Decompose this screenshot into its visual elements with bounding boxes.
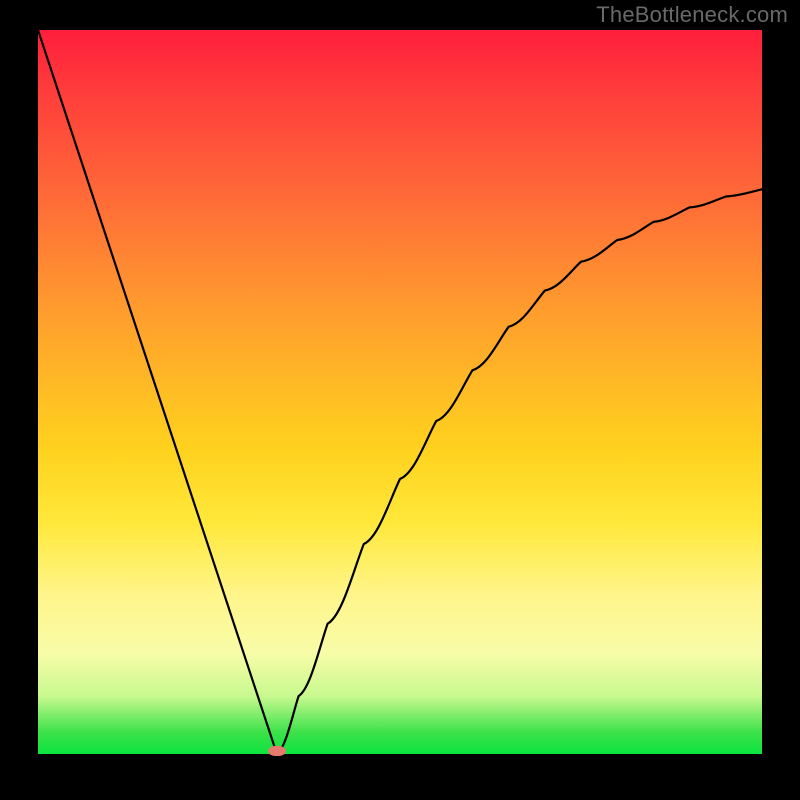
watermark-text: TheBottleneck.com bbox=[596, 2, 788, 28]
bottleneck-curve bbox=[38, 30, 762, 754]
chart-frame: TheBottleneck.com bbox=[0, 0, 800, 800]
curve-path bbox=[38, 30, 762, 754]
optimal-point-marker bbox=[268, 746, 286, 756]
plot-area bbox=[38, 30, 762, 754]
